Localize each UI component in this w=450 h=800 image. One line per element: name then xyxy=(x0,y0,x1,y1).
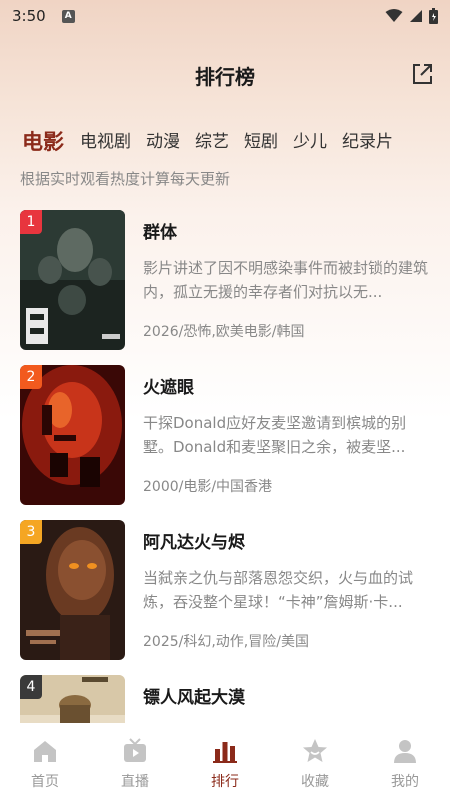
nav-label: 直播 xyxy=(121,774,149,790)
tab-anime[interactable]: 动漫 xyxy=(146,128,180,156)
nav-favorites[interactable]: 收藏 xyxy=(270,723,360,800)
notification-icon: A xyxy=(61,9,75,23)
rank-badge: 2 xyxy=(20,365,42,389)
list-item[interactable]: 3 阿凡达火与烬 当弑亲之仇与部落恩怨交织，火与血的试炼，吞没整个星球！“卡神”… xyxy=(0,520,450,660)
ranking-list: 1 群体 影片讲述了因不明感染事件而被封锁的建筑内，孤立无援的幸存者们对抗以无.… xyxy=(0,210,450,723)
item-meta: 2025/科幻,动作,冒险/美国 xyxy=(143,634,309,650)
rank-badge: 4 xyxy=(20,675,42,699)
list-item[interactable]: 1 群体 影片讲述了因不明感染事件而被封锁的建筑内，孤立无援的幸存者们对抗以无.… xyxy=(0,210,450,350)
ranking-icon xyxy=(213,742,237,763)
tab-movie[interactable]: 电影 xyxy=(22,128,64,156)
tab-short-drama[interactable]: 短剧 xyxy=(244,128,278,156)
tv-icon xyxy=(124,738,146,762)
nav-label: 首页 xyxy=(31,774,59,790)
nav-live[interactable]: 直播 xyxy=(90,723,180,800)
battery-icon xyxy=(429,8,438,24)
page-header: 排行榜 xyxy=(0,50,450,100)
tab-variety[interactable]: 综艺 xyxy=(195,128,229,156)
item-description: 当弑亲之仇与部落恩怨交织，火与血的试炼，吞没整个星球！“卡神”詹姆斯·卡... xyxy=(143,569,414,611)
status-bar: 3:50 A xyxy=(0,0,450,32)
nav-home[interactable]: 首页 xyxy=(0,723,90,800)
nav-ranking[interactable]: 排行 xyxy=(180,723,270,800)
status-icons xyxy=(385,8,438,24)
tab-tv-series[interactable]: 电视剧 xyxy=(80,128,131,156)
tab-documentary[interactable]: 纪录片 xyxy=(342,128,393,156)
category-tabs: 电影 电视剧 动漫 综艺 短剧 少儿 纪录片 xyxy=(0,120,450,156)
rank-badge: 3 xyxy=(20,520,42,544)
item-description: 影片讲述了因不明感染事件而被封锁的建筑内，孤立无援的幸存者们对抗以无... xyxy=(143,259,429,301)
poster-image[interactable]: 2 xyxy=(20,365,125,505)
tab-kids[interactable]: 少儿 xyxy=(293,128,327,156)
rank-badge: 1 xyxy=(20,210,42,234)
item-meta: 2000/电影/中国香港 xyxy=(143,479,273,495)
item-meta: 2026/恐怖,欧美电影/韩国 xyxy=(143,324,305,340)
nav-profile[interactable]: 我的 xyxy=(360,723,450,800)
nav-label: 排行 xyxy=(211,774,239,790)
share-icon[interactable] xyxy=(410,62,434,86)
star-icon xyxy=(303,739,327,762)
list-item[interactable]: 2 火遮眼 干探Donald应好友麦坚邀请到槟城的别墅。Donald和麦坚聚旧之… xyxy=(0,365,450,505)
nav-label: 收藏 xyxy=(301,774,329,790)
page-title: 排行榜 xyxy=(195,64,255,89)
poster-image[interactable]: 1 xyxy=(20,210,125,350)
item-title[interactable]: 阿凡达火与烬 xyxy=(143,528,245,553)
poster-image[interactable]: 3 xyxy=(20,520,125,660)
list-item[interactable]: 4 镖人风起大漠 xyxy=(0,675,450,723)
nav-label: 我的 xyxy=(391,774,419,790)
signal-icon xyxy=(410,10,422,22)
poster-image[interactable]: 4 xyxy=(20,675,125,723)
bottom-navigation: 首页 直播 排行 收藏 我的 xyxy=(0,723,450,800)
item-title[interactable]: 镖人风起大漠 xyxy=(143,683,245,708)
ranking-description: 根据实时观看热度计算每天更新 xyxy=(20,170,231,188)
home-icon xyxy=(34,741,56,762)
item-description: 干探Donald应好友麦坚邀请到槟城的别墅。Donald和麦坚聚旧之余，被麦坚.… xyxy=(143,414,407,456)
status-time: 3:50 xyxy=(12,7,46,25)
item-title[interactable]: 群体 xyxy=(143,218,177,243)
item-title[interactable]: 火遮眼 xyxy=(143,373,194,398)
wifi-icon xyxy=(385,9,403,22)
user-icon xyxy=(394,740,416,763)
